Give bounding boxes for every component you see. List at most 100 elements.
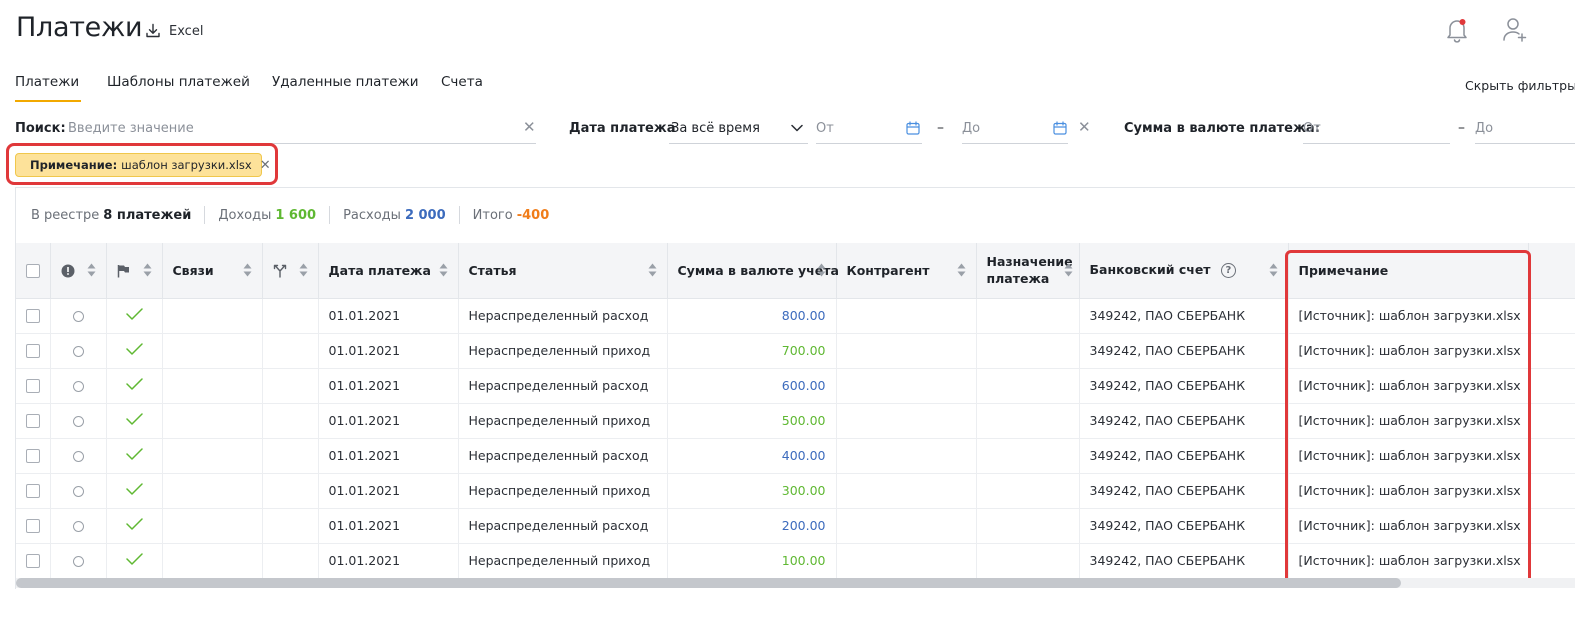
- row-article-cell: Нераспределенный расход: [458, 438, 668, 474]
- expense-label: Расходы: [343, 207, 401, 223]
- row-amount-cell: 300.00: [667, 473, 837, 509]
- row-amount-cell: 500.00: [667, 403, 837, 439]
- split-column-header[interactable]: [262, 243, 319, 299]
- date-filter-label: Дата платежа: [569, 121, 676, 136]
- sort-icon[interactable]: [957, 263, 966, 277]
- total-label: Итого: [472, 207, 513, 223]
- select-all-checkbox[interactable]: [25, 264, 40, 278]
- row-status-cell: [50, 473, 107, 509]
- sort-icon[interactable]: [87, 263, 96, 277]
- row-confirmed-cell: [106, 298, 163, 334]
- table-body: 01.01.2021 Нераспределенный расход 800.00 3…: [16, 298, 1575, 579]
- table-row[interactable]: 01.01.2021 Нераспределенный расход 200.00 3…: [16, 508, 1575, 544]
- status-column-header[interactable]: [50, 243, 107, 299]
- search-input[interactable]: [68, 114, 536, 144]
- chip-label: Примечание:: [30, 158, 118, 172]
- status-circle-icon: [72, 416, 84, 427]
- row-overflow-cell: [1528, 368, 1575, 404]
- flag-column-header[interactable]: [106, 243, 163, 299]
- row-status-cell: [50, 298, 107, 334]
- date-clear-icon[interactable]: ✕: [1078, 120, 1091, 135]
- horizontal-scrollbar-thumb[interactable]: [16, 578, 1401, 588]
- notification-dot-icon: [1459, 19, 1466, 25]
- chip-remove-icon[interactable]: ✕: [260, 158, 271, 173]
- row-split-cell: [262, 508, 319, 544]
- row-links-cell: [162, 473, 263, 509]
- calendar-from-icon[interactable]: [906, 121, 920, 135]
- row-checkbox[interactable]: [25, 449, 40, 464]
- row-status-cell: [50, 333, 107, 369]
- row-select-cell: [16, 438, 51, 474]
- add-user-button[interactable]: [1501, 16, 1529, 44]
- sort-icon[interactable]: [1064, 263, 1073, 277]
- links-column-header[interactable]: Связи: [162, 243, 263, 299]
- excel-export-button[interactable]: Excel: [145, 20, 203, 42]
- row-checkbox[interactable]: [25, 379, 40, 394]
- table-row[interactable]: 01.01.2021 Нераспределенный приход 500.00 3…: [16, 403, 1575, 439]
- tab-payments[interactable]: Платежи: [15, 74, 82, 102]
- notes-column-header[interactable]: Примечание: [1288, 243, 1529, 299]
- calendar-to-icon[interactable]: [1053, 121, 1067, 135]
- sort-icon[interactable]: [817, 263, 826, 277]
- download-icon: [146, 23, 160, 38]
- table-row[interactable]: 01.01.2021 Нераспределенный приход 300.00 3…: [16, 473, 1575, 509]
- check-icon: [125, 483, 143, 495]
- purpose-column-header[interactable]: Назначение платежа: [976, 243, 1080, 299]
- select-all-cell: [16, 243, 51, 299]
- row-date-cell: 01.01.2021: [318, 298, 459, 334]
- row-checkbox[interactable]: [25, 414, 40, 429]
- table-row[interactable]: 01.01.2021 Нераспределенный приход 100.00 3…: [16, 543, 1575, 579]
- sum-range-dash: –: [1458, 120, 1465, 136]
- amount-column-header[interactable]: Сумма в валюте учета: [667, 243, 839, 299]
- sum-from-input[interactable]: [1303, 114, 1450, 144]
- date-period-select[interactable]: За всё время: [669, 114, 808, 144]
- chevron-down-icon: [791, 124, 803, 132]
- notes-filter-chip[interactable]: Примечание: шаблон загрузки.xlsx ✕: [15, 153, 271, 177]
- row-confirmed-cell: [106, 368, 163, 404]
- row-confirmed-cell: [106, 333, 163, 369]
- sum-to-input[interactable]: [1475, 114, 1575, 144]
- date-column-header[interactable]: Дата платежа: [318, 243, 459, 299]
- row-purpose-cell: [976, 438, 1080, 474]
- sort-icon[interactable]: [648, 263, 657, 277]
- row-date-cell: 01.01.2021: [318, 438, 459, 474]
- row-checkbox[interactable]: [25, 484, 40, 499]
- hide-filters-button[interactable]: Скрыть фильтры: [1465, 78, 1575, 93]
- row-status-cell: [50, 403, 107, 439]
- table-row[interactable]: 01.01.2021 Нераспределенный расход 600.00 3…: [16, 368, 1575, 404]
- row-overflow-cell: [1528, 403, 1575, 439]
- notifications-button[interactable]: [1444, 16, 1470, 44]
- sort-icon[interactable]: [143, 263, 152, 277]
- tab-deleted-payments[interactable]: Удаленные платежи: [272, 74, 419, 90]
- row-amount-cell: 700.00: [667, 333, 837, 369]
- check-icon: [125, 448, 143, 460]
- sort-icon[interactable]: [243, 263, 252, 277]
- row-notes-cell: [Источник]: шаблон загрузки.xlsx: [1288, 508, 1529, 544]
- alert-icon: [61, 264, 74, 278]
- row-checkbox[interactable]: [25, 519, 40, 534]
- row-amount-cell: 800.00: [667, 298, 837, 334]
- excel-export-label: Excel: [169, 23, 204, 39]
- user-add-icon: [1503, 18, 1527, 42]
- row-checkbox[interactable]: [25, 309, 40, 324]
- sort-icon[interactable]: [299, 263, 308, 277]
- sort-icon[interactable]: [1269, 263, 1278, 277]
- counterparty-column-header[interactable]: Контрагент: [836, 243, 977, 299]
- row-checkbox[interactable]: [25, 554, 40, 569]
- page-title: Платежи: [16, 12, 143, 43]
- table-row[interactable]: 01.01.2021 Нераспределенный приход 700.00 3…: [16, 333, 1575, 369]
- row-counterparty-cell: [836, 473, 977, 509]
- row-checkbox[interactable]: [25, 344, 40, 359]
- sort-icon[interactable]: [439, 263, 448, 277]
- check-icon: [125, 343, 143, 355]
- table-row[interactable]: 01.01.2021 Нераспределенный расход 800.00 3…: [16, 298, 1575, 334]
- tab-accounts[interactable]: Счета: [441, 74, 483, 90]
- table-row[interactable]: 01.01.2021 Нераспределенный расход 400.00 3…: [16, 438, 1575, 474]
- help-icon[interactable]: ?: [1220, 263, 1236, 279]
- search-clear-icon[interactable]: ✕: [523, 120, 536, 135]
- article-column-header[interactable]: Статья: [458, 243, 668, 299]
- bank-account-column-header[interactable]: Банковский счет ?: [1079, 243, 1289, 299]
- tab-payment-templates[interactable]: Шаблоны платежей: [107, 74, 250, 90]
- row-counterparty-cell: [836, 333, 977, 369]
- row-purpose-cell: [976, 543, 1080, 579]
